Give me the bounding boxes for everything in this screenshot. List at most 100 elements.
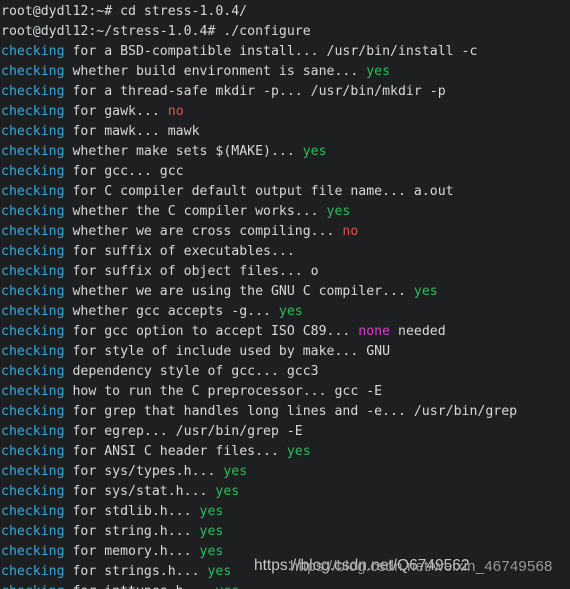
terminal-text-segment: yes bbox=[199, 524, 224, 539]
terminal-text-segment: checking bbox=[1, 344, 65, 359]
terminal-text-segment: for a BSD-compatible install... /usr/bin… bbox=[64, 44, 478, 59]
terminal-text-segment: yes bbox=[278, 304, 303, 319]
terminal-line: root@dydl12:~/stress-1.0.4# ./configure bbox=[1, 22, 570, 42]
terminal-text-segment: yes bbox=[215, 584, 239, 589]
terminal-text-segment: yes bbox=[223, 464, 248, 479]
terminal-text-segment: yes bbox=[199, 544, 224, 559]
terminal-text-segment: root@dydl12:~# cd stress-1.0.4/ bbox=[1, 4, 248, 19]
terminal-text-segment: checking bbox=[1, 224, 65, 239]
terminal-text-segment: checking bbox=[1, 124, 65, 139]
terminal-line: checking for inttypes.h... yes bbox=[1, 582, 570, 589]
terminal-text-segment: checking bbox=[1, 104, 65, 119]
terminal-text-segment: no bbox=[342, 224, 359, 239]
terminal-line: root@dydl12:~# cd stress-1.0.4/ bbox=[1, 2, 570, 22]
terminal-text-segment: yes bbox=[286, 444, 311, 459]
terminal-line: checking for memory.h... yes bbox=[1, 542, 570, 562]
terminal-text-segment: checking bbox=[1, 404, 65, 419]
terminal-text-segment: dependency style of gcc... gcc3 bbox=[64, 364, 319, 379]
terminal-line: checking whether the C compiler works...… bbox=[1, 202, 570, 222]
terminal-text-segment: checking bbox=[1, 284, 65, 299]
terminal-text-segment: for stdlib.h... bbox=[64, 504, 200, 519]
terminal-text-segment: checking bbox=[1, 384, 65, 399]
terminal-text-segment: whether we are using the GNU C compiler.… bbox=[64, 284, 414, 299]
terminal-text-segment: checking bbox=[1, 164, 65, 179]
terminal-text-segment: checking bbox=[1, 544, 65, 559]
terminal-line: checking for suffix of object files... o bbox=[1, 262, 570, 282]
terminal-text-segment: checking bbox=[1, 204, 65, 219]
terminal-text-segment: whether the C compiler works... bbox=[64, 204, 327, 219]
terminal-text-segment: for suffix of object files... o bbox=[64, 264, 319, 279]
terminal-text-segment: for a thread-safe mkdir -p... /usr/bin/m… bbox=[64, 84, 446, 99]
terminal-text-segment: how to run the C preprocessor... gcc -E bbox=[64, 384, 383, 399]
terminal-text-segment: whether gcc accepts -g... bbox=[64, 304, 279, 319]
terminal-text-segment: for strings.h... bbox=[64, 564, 208, 579]
terminal-line: checking for style of include used by ma… bbox=[1, 342, 570, 362]
terminal-text-segment: checking bbox=[1, 364, 65, 379]
terminal-text-segment: needed bbox=[390, 324, 446, 339]
terminal-text-segment: for style of include used by make... GNU bbox=[64, 344, 391, 359]
terminal-text-segment: whether make sets $(MAKE)... bbox=[64, 144, 303, 159]
terminal-line: checking for stdlib.h... yes bbox=[1, 502, 570, 522]
terminal-line: checking for suffix of executables... bbox=[1, 242, 570, 262]
terminal-line: checking whether we are using the GNU C … bbox=[1, 282, 570, 302]
terminal-text-segment: for memory.h... bbox=[64, 544, 200, 559]
terminal-text-segment: checking bbox=[1, 444, 65, 459]
terminal-text-segment: for C compiler default output file name.… bbox=[64, 184, 454, 199]
terminal-text-segment: yes bbox=[302, 144, 327, 159]
terminal-text-segment: checking bbox=[1, 464, 65, 479]
terminal-text-segment: for gawk... bbox=[64, 104, 168, 119]
terminal-line: checking for sys/stat.h... yes bbox=[1, 482, 570, 502]
terminal-text-segment: checking bbox=[1, 64, 65, 79]
terminal-line: checking for sys/types.h... yes bbox=[1, 462, 570, 482]
terminal-text-segment: checking bbox=[1, 44, 65, 59]
terminal-text-segment: checking bbox=[1, 304, 65, 319]
terminal-line: checking for grep that handles long line… bbox=[1, 402, 570, 422]
terminal-text-segment: yes bbox=[413, 284, 438, 299]
terminal-text-segment: for mawk... mawk bbox=[64, 124, 200, 139]
terminal-line: checking for string.h... yes bbox=[1, 522, 570, 542]
terminal-text-segment: checking bbox=[1, 504, 65, 519]
terminal-text-segment: for grep that handles long lines and -e.… bbox=[64, 404, 518, 419]
terminal-text-segment: yes bbox=[215, 484, 240, 499]
terminal-text-segment: checking bbox=[1, 264, 65, 279]
terminal-line: checking dependency style of gcc... gcc3 bbox=[1, 362, 570, 382]
terminal-text-segment: checking bbox=[1, 184, 65, 199]
terminal-line: checking whether build environment is sa… bbox=[1, 62, 570, 82]
terminal-output: root@dydl12:~# cd stress-1.0.4/root@dydl… bbox=[1, 2, 570, 589]
terminal-line: checking for C compiler default output f… bbox=[1, 182, 570, 202]
terminal-text-segment: yes bbox=[366, 64, 391, 79]
terminal-text-segment: whether build environment is sane... bbox=[64, 64, 367, 79]
terminal-text-segment: for gcc... gcc bbox=[64, 164, 184, 179]
terminal-text-segment: checking bbox=[1, 244, 65, 259]
terminal-line: checking for a thread-safe mkdir -p... /… bbox=[1, 82, 570, 102]
terminal-text-segment: checking bbox=[1, 484, 65, 499]
terminal-line: checking whether we are cross compiling.… bbox=[1, 222, 570, 242]
terminal-text-segment: checking bbox=[1, 84, 65, 99]
terminal-text-segment: for inttypes.h... bbox=[65, 584, 216, 589]
terminal-text-segment: yes bbox=[199, 504, 224, 519]
terminal-line: checking for a BSD-compatible install...… bbox=[1, 42, 570, 62]
terminal-text-segment: yes bbox=[326, 204, 351, 219]
terminal-text-segment: whether we are cross compiling... bbox=[64, 224, 343, 239]
terminal-text-segment: no bbox=[167, 104, 184, 119]
terminal-text-segment: checking bbox=[1, 324, 65, 339]
terminal-line: checking whether make sets $(MAKE)... ye… bbox=[1, 142, 570, 162]
terminal-text-segment: root@dydl12:~/stress-1.0.4# ./configure bbox=[1, 24, 311, 39]
terminal-text-segment: checking bbox=[1, 584, 65, 589]
terminal-text-segment: checking bbox=[1, 524, 65, 539]
terminal-line: checking for ANSI C header files... yes bbox=[1, 442, 570, 462]
terminal-text-segment: checking bbox=[1, 424, 65, 439]
terminal-line: checking for strings.h... yes bbox=[1, 562, 570, 582]
terminal-text-segment: checking bbox=[1, 564, 65, 579]
terminal-text-segment: for sys/types.h... bbox=[64, 464, 224, 479]
terminal-line: checking for mawk... mawk bbox=[1, 122, 570, 142]
terminal-line: checking whether gcc accepts -g... yes bbox=[1, 302, 570, 322]
terminal-text-segment: checking bbox=[1, 144, 65, 159]
terminal-text-segment: for suffix of executables... bbox=[64, 244, 303, 259]
terminal-text-segment: for string.h... bbox=[64, 524, 200, 539]
terminal-text-segment: for ANSI C header files... bbox=[64, 444, 287, 459]
terminal-line: checking for egrep... /usr/bin/grep -E bbox=[1, 422, 570, 442]
terminal-text-segment: yes bbox=[207, 564, 232, 579]
terminal-line: checking for gcc... gcc bbox=[1, 162, 570, 182]
terminal-window[interactable]: root@dydl12:~# cd stress-1.0.4/root@dydl… bbox=[0, 0, 570, 589]
